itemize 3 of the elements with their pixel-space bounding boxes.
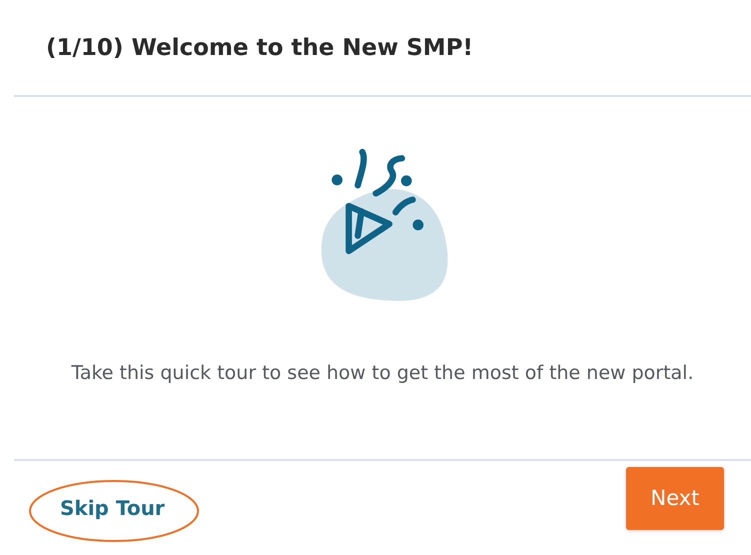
dialog-title: (1/10) Welcome to the New SMP! [46, 34, 474, 60]
tour-message: Take this quick tour to see how to get the most of the new portal. [70, 361, 695, 386]
next-button[interactable]: Next [626, 466, 724, 530]
